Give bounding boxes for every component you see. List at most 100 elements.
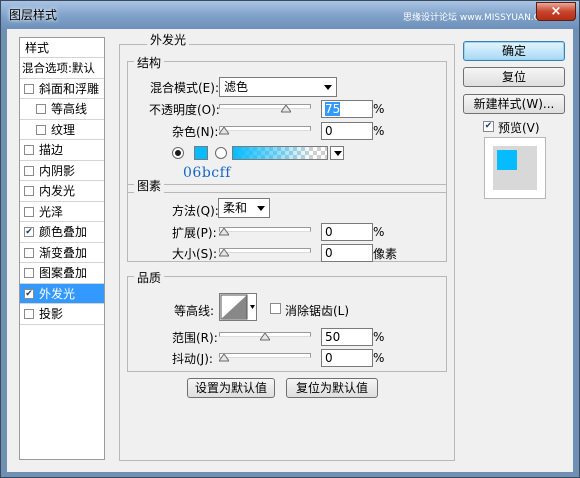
style-item[interactable]: ✔ 颜色叠加 — [20, 222, 104, 243]
structure-label: 结构 — [134, 54, 165, 71]
jitter-thumb[interactable] — [219, 354, 229, 362]
style-item-checkbox[interactable]: ✔ — [24, 227, 34, 237]
style-item-label: 等高线 — [51, 102, 88, 116]
opacity-track — [219, 104, 311, 109]
size-slider[interactable] — [219, 247, 311, 257]
spread-label: 扩展(P): — [172, 226, 217, 240]
style-item-checkbox[interactable] — [36, 124, 46, 135]
range-label: 范围(R): — [172, 331, 218, 345]
opacity-thumb[interactable] — [280, 105, 291, 113]
size-thumb[interactable] — [219, 249, 229, 257]
size-value: 0 — [325, 246, 333, 260]
elements-label: 图素 — [134, 177, 165, 194]
style-item-label: 内阴影 — [39, 163, 76, 178]
style-item-checkbox[interactable] — [24, 206, 34, 217]
style-item[interactable]: 投影 — [20, 304, 104, 325]
spread-input[interactable]: 0 — [321, 223, 373, 241]
style-item[interactable]: 渐变叠加 — [20, 243, 104, 263]
contour-picker[interactable] — [219, 293, 257, 321]
style-item[interactable]: ✔ 外发光 — [20, 283, 104, 304]
style-item-label: 斜面和浮雕 — [39, 81, 100, 96]
style-item[interactable]: 光泽 — [20, 202, 104, 222]
jitter-input[interactable]: 0 — [321, 349, 373, 367]
range-unit: % — [373, 330, 385, 344]
spread-slider[interactable] — [219, 226, 311, 236]
style-item[interactable]: 等高线 — [20, 99, 104, 120]
noise-slider[interactable] — [219, 125, 311, 135]
antialias-label[interactable]: 消除锯齿(L) — [285, 302, 349, 319]
size-track — [219, 248, 311, 253]
noise-thumb[interactable] — [219, 127, 229, 135]
jitter-slider[interactable] — [219, 352, 311, 362]
ok-button[interactable]: 确定 — [463, 41, 565, 61]
contour-curve-icon — [220, 294, 255, 320]
style-item[interactable]: 内发光 — [20, 181, 104, 202]
jitter-label: 抖动(J): — [172, 352, 213, 366]
title-bar[interactable]: 图层样式 思缘设计论坛 www.MISSYUAN.COM × — [1, 1, 579, 29]
style-item[interactable]: 内阴影 — [20, 161, 104, 181]
contour-label: 等高线: — [174, 304, 215, 318]
size-unit: 像素 — [373, 247, 398, 261]
chevron-down-icon — [324, 85, 332, 90]
opacity-slider[interactable] — [219, 103, 311, 113]
noise-input[interactable]: 0 — [321, 122, 373, 140]
style-item[interactable]: 图案叠加 — [20, 263, 104, 284]
watermark-text: 思缘设计论坛 www.MISSYUAN.COM — [403, 13, 555, 23]
style-item[interactable]: 纹理 — [20, 120, 104, 140]
noise-value: 0 — [325, 124, 333, 138]
style-item-checkbox[interactable] — [36, 104, 46, 114]
style-item-label: 投影 — [39, 307, 64, 321]
spread-thumb[interactable] — [219, 228, 229, 236]
style-item-checkbox[interactable] — [24, 309, 34, 319]
noise-track — [219, 126, 311, 131]
style-item[interactable]: 描边 — [20, 140, 104, 161]
blend-options-item[interactable]: 混合选项:默认 — [20, 58, 104, 79]
preview-swatch — [497, 150, 517, 170]
range-input[interactable]: 50 — [321, 328, 373, 346]
style-item-checkbox[interactable]: ✔ — [24, 288, 34, 299]
gradient-picker-button[interactable] — [330, 146, 344, 160]
close-button[interactable]: × — [536, 2, 576, 21]
gradient-radio[interactable] — [215, 147, 227, 159]
glow-gradient-swatch[interactable] — [232, 146, 328, 160]
range-slider[interactable] — [219, 331, 311, 341]
size-input[interactable]: 0 — [321, 244, 373, 262]
new-style-button[interactable]: 新建样式(W)... — [463, 94, 565, 114]
style-item-label: 颜色叠加 — [39, 225, 88, 239]
blend-mode-select[interactable]: 滤色 — [219, 77, 337, 97]
color-annotation: 06bcff — [183, 165, 231, 181]
style-item-checkbox[interactable] — [24, 83, 34, 94]
range-thumb[interactable] — [260, 333, 270, 341]
panel-title: 外发光 — [147, 31, 190, 48]
style-list-header[interactable]: 样式 — [20, 38, 104, 58]
style-item-label: 渐变叠加 — [39, 245, 88, 260]
style-item-checkbox[interactable] — [24, 186, 34, 196]
style-item-checkbox[interactable] — [24, 247, 34, 258]
style-item-checkbox[interactable] — [24, 145, 34, 155]
glow-color-swatch[interactable] — [194, 146, 208, 160]
style-item-label: 纹理 — [51, 122, 76, 137]
style-item-checkbox[interactable] — [24, 268, 34, 278]
style-preview — [484, 137, 546, 199]
color-radio[interactable] — [172, 147, 184, 159]
style-item-label: 图案叠加 — [39, 266, 88, 280]
preview-checkbox[interactable]: ✔ — [483, 121, 494, 132]
preview-label[interactable]: 预览(V) — [498, 119, 540, 136]
reset-button[interactable]: 复位 — [463, 67, 565, 87]
technique-label: 方法(Q): — [172, 204, 219, 218]
antialias-checkbox[interactable] — [270, 303, 281, 314]
chevron-down-icon — [257, 206, 265, 211]
set-default-button[interactable]: 设置为默认值 — [187, 378, 275, 398]
jitter-value: 0 — [325, 351, 333, 365]
size-label: 大小(S): — [172, 247, 218, 261]
reset-default-button[interactable]: 复位为默认值 — [286, 378, 378, 398]
jitter-unit: % — [373, 351, 385, 365]
style-item[interactable]: 斜面和浮雕 — [20, 79, 104, 99]
jitter-track — [219, 353, 311, 358]
style-item-checkbox[interactable] — [24, 165, 34, 176]
opacity-input[interactable]: 75 — [321, 100, 373, 118]
blend-mode-value: 滤色 — [224, 80, 249, 94]
technique-select[interactable]: 柔和 — [218, 198, 270, 218]
dialog-body: 样式 混合选项:默认 斜面和浮雕等高线纹理描边内阴影内发光 光泽 ✔ 颜色叠加渐变叠加… — [7, 29, 573, 472]
range-value: 50 — [325, 330, 341, 344]
